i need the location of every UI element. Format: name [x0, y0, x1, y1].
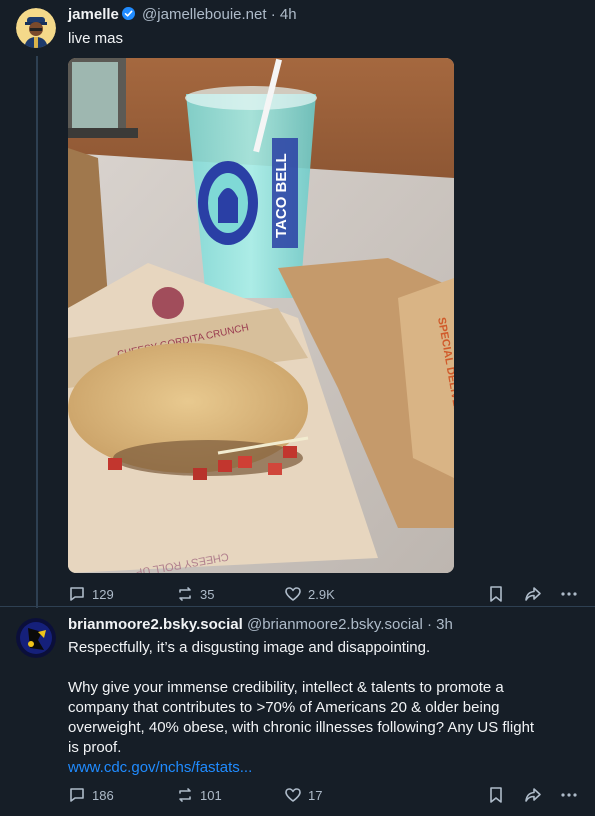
- more-options-button[interactable]: [560, 584, 578, 604]
- verified-check-icon: [121, 7, 135, 20]
- post-text-line-5: is proof.: [68, 739, 122, 756]
- repost-count: 35: [200, 586, 215, 602]
- post-time[interactable]: 4h: [280, 6, 297, 23]
- heart-icon: [285, 587, 301, 601]
- avatar-jamelle[interactable]: [16, 8, 56, 48]
- separator-dot: ·: [427, 616, 432, 633]
- post-divider: [0, 606, 595, 607]
- bookmark-button[interactable]: [488, 584, 504, 604]
- post-text-line-4: overweight, 40% obese, with chronic illn…: [68, 719, 535, 736]
- post-text-line-3: company that contributes to >70% of Amer…: [68, 699, 500, 716]
- post-link[interactable]: www.cdc.gov/nchs/fastats...: [68, 758, 252, 778]
- post-header: jamelle @jamellebouie.net · 4h: [68, 6, 297, 24]
- display-name[interactable]: brianmoore2.bsky.social: [68, 616, 243, 633]
- post-header: brianmoore2.bsky.social @brianmoore2.bsk…: [68, 616, 453, 634]
- share-icon: [525, 788, 541, 802]
- handle[interactable]: @brianmoore2.bsky.social: [247, 616, 423, 633]
- post-image[interactable]: TACO BELL SPECIAL DELIVERY CHEESY GORDIT…: [68, 58, 454, 573]
- repost-icon: [179, 587, 191, 601]
- like-button[interactable]: 2.9K: [284, 584, 335, 604]
- post-time[interactable]: 3h: [436, 616, 453, 633]
- post-text: live mas: [68, 30, 124, 47]
- share-button[interactable]: [524, 785, 542, 805]
- repost-count: 101: [200, 787, 222, 803]
- thread-line: [36, 56, 38, 608]
- repost-button[interactable]: 101: [176, 785, 222, 805]
- repost-button[interactable]: 35: [176, 584, 214, 604]
- separator-dot: ·: [270, 6, 276, 23]
- post-actions: 186 101 17: [68, 785, 580, 805]
- ellipsis-icon: [561, 592, 577, 596]
- repost-icon: [179, 788, 191, 802]
- like-button[interactable]: 17: [284, 785, 322, 805]
- bookmark-icon: [490, 586, 502, 602]
- display-name[interactable]: jamelle: [68, 6, 119, 23]
- bookmark-button[interactable]: [488, 785, 504, 805]
- cup-brand-text: TACO BELL: [273, 153, 290, 238]
- ellipsis-icon: [561, 793, 577, 797]
- like-count: 17: [308, 787, 323, 803]
- reply-icon: [70, 788, 84, 802]
- post-text-line-2: Why give your immense credibility, intel…: [68, 679, 504, 696]
- post-text-line-1: Respectfully, it’s a disgusting image an…: [68, 639, 431, 656]
- like-count: 2.9K: [308, 586, 335, 602]
- bookmark-icon: [490, 787, 502, 803]
- more-options-button[interactable]: [560, 785, 578, 805]
- avatar-brianmoore2[interactable]: [16, 618, 56, 658]
- reply-button[interactable]: 186: [68, 785, 114, 805]
- reply-icon: [70, 587, 84, 601]
- reply-count: 186: [92, 787, 114, 803]
- reply-count: 129: [92, 586, 114, 602]
- share-button[interactable]: [524, 584, 542, 604]
- share-icon: [525, 587, 541, 601]
- heart-icon: [285, 788, 301, 802]
- handle[interactable]: @jamellebouie.net: [142, 6, 266, 23]
- post-actions: 129 35 2.9K: [68, 584, 580, 604]
- reply-button[interactable]: 129: [68, 584, 114, 604]
